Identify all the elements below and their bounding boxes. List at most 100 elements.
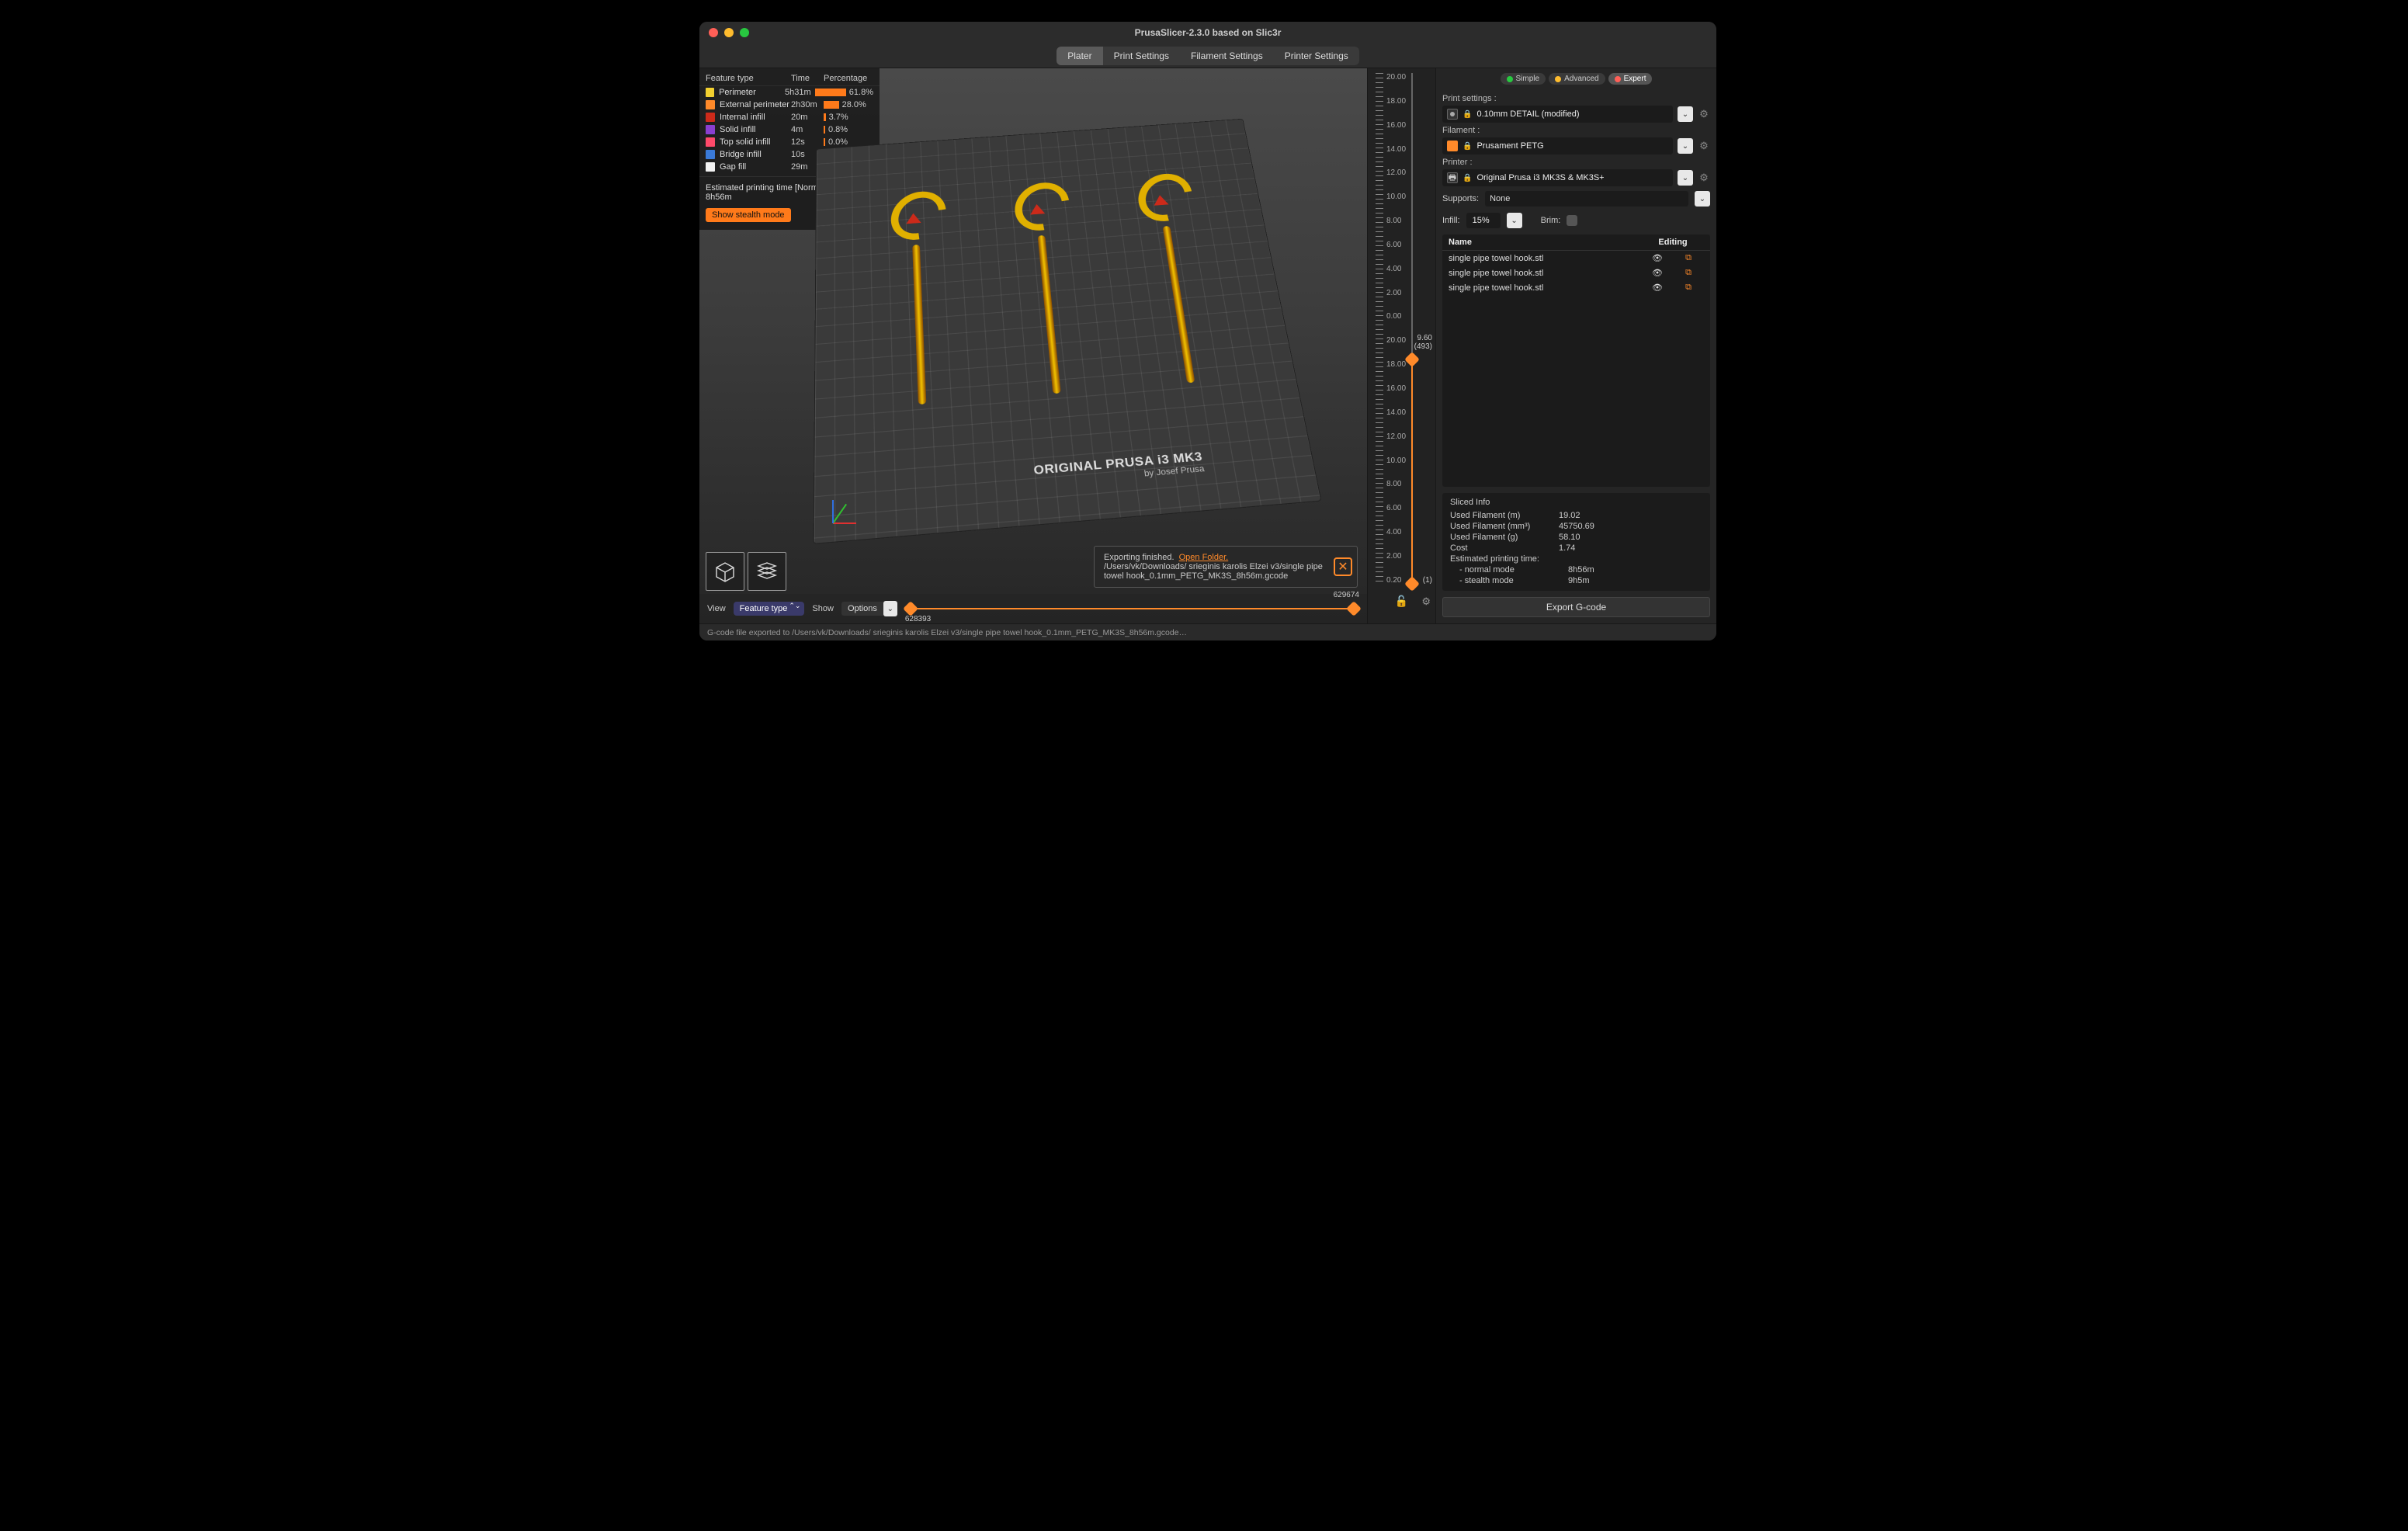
- filament-color-swatch[interactable]: [1447, 141, 1458, 151]
- vslider-tick: 14.00: [1386, 408, 1410, 417]
- sliced-info: Sliced Info Used Filament (m)19.02Used F…: [1442, 493, 1710, 591]
- tab-print-settings[interactable]: Print Settings: [1103, 47, 1180, 65]
- print-bed[interactable]: ORIGINAL PRUSA i3 MK3 by Josef Prusa: [814, 119, 1322, 544]
- supports-caret[interactable]: ⌄: [1695, 191, 1710, 207]
- view-type-select[interactable]: Feature type: [734, 602, 805, 616]
- vslider-tick: 20.00: [1386, 336, 1410, 345]
- model-instance[interactable]: [982, 157, 1112, 403]
- legend-row[interactable]: Internal infill 20m 3.7%: [699, 111, 880, 123]
- mode-dot-icon: [1615, 76, 1621, 82]
- brim-label: Brim:: [1541, 216, 1561, 225]
- legend-row[interactable]: External perimeter 2h30m 28.0%: [699, 99, 880, 111]
- printer-select[interactable]: 🖶 🔒 Original Prusa i3 MK3S & MK3S+: [1442, 169, 1673, 186]
- export-gcode-button[interactable]: Export G-code: [1442, 597, 1710, 617]
- filament-select[interactable]: 🔒 Prusament PETG: [1442, 137, 1673, 154]
- close-window-button[interactable]: [709, 28, 718, 37]
- mode-dot-icon: [1507, 76, 1513, 82]
- vertical-layer-slider[interactable]: [1411, 73, 1413, 585]
- mode-expert[interactable]: Expert: [1608, 73, 1653, 85]
- print-settings-select[interactable]: 🔒 0.10mm DETAIL (modified): [1442, 106, 1673, 123]
- vslider-tick: 10.00: [1386, 457, 1410, 465]
- legend-time: 5h31m: [785, 88, 815, 97]
- edit-icon[interactable]: ⧉: [1673, 283, 1704, 293]
- legend-swatch: [706, 125, 715, 134]
- object-row[interactable]: single pipe towel hook.stl 👁 ⧉: [1442, 266, 1710, 280]
- tab-printer-settings[interactable]: Printer Settings: [1274, 47, 1359, 65]
- visibility-icon[interactable]: 👁: [1642, 268, 1673, 278]
- tab-filament-settings[interactable]: Filament Settings: [1180, 47, 1274, 65]
- hslider-low: 628393: [905, 615, 931, 623]
- status-text: G-code file exported to /Users/vk/Downlo…: [707, 628, 1187, 637]
- sliced-key: Used Filament (m): [1450, 511, 1559, 520]
- legend-row[interactable]: Solid infill 4m 0.8%: [699, 123, 880, 136]
- legend-row[interactable]: Perimeter 5h31m 61.8%: [699, 86, 880, 99]
- layer-settings-icon[interactable]: ⚙: [1421, 595, 1431, 608]
- layer-lock-icon[interactable]: 🔓: [1395, 595, 1408, 608]
- 3d-view[interactable]: Feature type Time Percentage Perimeter 5…: [699, 68, 1367, 623]
- legend-pct: 28.0%: [842, 100, 866, 109]
- legend-swatch: [706, 137, 715, 147]
- legend-swatch: [706, 100, 715, 109]
- horizontal-moves-slider[interactable]: 628393 629674: [905, 601, 1359, 616]
- brim-checkbox[interactable]: [1567, 215, 1577, 226]
- view-layers-icon[interactable]: [748, 552, 786, 591]
- sliced-val: 45750.69: [1559, 522, 1594, 531]
- export-notification: Exporting finished. Open Folder. /Users/…: [1094, 546, 1358, 588]
- objlist-col-editing: Editing: [1642, 238, 1704, 247]
- printer-gear-icon[interactable]: ⚙: [1698, 172, 1710, 184]
- supports-select[interactable]: None: [1485, 191, 1688, 207]
- visibility-icon[interactable]: 👁: [1642, 253, 1673, 263]
- filament-label: Filament :: [1442, 126, 1710, 135]
- hslider-high: 629674: [1334, 591, 1359, 599]
- legend-swatch: [706, 162, 715, 172]
- edit-icon[interactable]: ⧉: [1673, 268, 1704, 278]
- view-3d-icon[interactable]: [706, 552, 744, 591]
- model-instance[interactable]: [1102, 148, 1245, 392]
- printer-icon: 🖶: [1447, 172, 1458, 183]
- show-options-select[interactable]: Options: [841, 602, 883, 616]
- vertical-ruler: [1376, 73, 1383, 585]
- notif-close-icon[interactable]: ✕: [1334, 557, 1352, 576]
- vslider-tick: 8.00: [1386, 480, 1410, 488]
- object-row[interactable]: single pipe towel hook.stl 👁 ⧉: [1442, 251, 1710, 266]
- bed-wrap: ORIGINAL PRUSA i3 MK3 by Josef Prusa: [814, 119, 1322, 544]
- infill-value[interactable]: 15%: [1466, 213, 1501, 228]
- sliced-val: 19.02: [1559, 511, 1580, 520]
- show-options-caret[interactable]: ⌄: [883, 601, 897, 616]
- open-folder-link[interactable]: Open Folder.: [1179, 553, 1229, 562]
- legend-swatch: [706, 113, 715, 122]
- legend-bar: [824, 113, 826, 121]
- minimize-window-button[interactable]: [724, 28, 734, 37]
- printer-caret[interactable]: ⌄: [1678, 170, 1693, 186]
- vslider-tick: 20.00: [1386, 73, 1410, 82]
- show-stealth-mode-button[interactable]: Show stealth mode: [706, 208, 791, 222]
- filament-gear-icon[interactable]: ⚙: [1698, 140, 1710, 152]
- model-instance[interactable]: [860, 165, 977, 414]
- axis-gizmo[interactable]: [833, 493, 864, 524]
- print-settings-caret[interactable]: ⌄: [1678, 106, 1693, 122]
- mode-simple[interactable]: Simple: [1501, 73, 1546, 85]
- titlebar: PrusaSlicer-2.3.0 based on Slic3r: [699, 22, 1716, 43]
- filament-caret[interactable]: ⌄: [1678, 138, 1693, 154]
- bed-brand: ORIGINAL PRUSA i3 MK3 by Josef Prusa: [1033, 450, 1205, 488]
- legend-time: 4m: [791, 125, 824, 134]
- printer-label: Printer :: [1442, 158, 1710, 167]
- edit-icon[interactable]: ⧉: [1673, 253, 1704, 263]
- right-panel: SimpleAdvancedExpert Print settings : 🔒 …: [1435, 68, 1716, 623]
- legend-col-feature: Feature type: [706, 74, 791, 83]
- print-settings-gear-icon[interactable]: ⚙: [1698, 108, 1710, 120]
- window-title: PrusaSlicer-2.3.0 based on Slic3r: [699, 27, 1716, 38]
- sliced-info-title: Sliced Info: [1450, 498, 1702, 507]
- vslider-tick: 14.00: [1386, 145, 1410, 154]
- visibility-icon[interactable]: 👁: [1642, 283, 1673, 293]
- lock-icon: 🔒: [1462, 142, 1472, 151]
- objlist-col-name: Name: [1449, 238, 1642, 247]
- zoom-window-button[interactable]: [740, 28, 749, 37]
- mode-advanced[interactable]: Advanced: [1549, 73, 1605, 85]
- vslider-bot-value: (1): [1423, 576, 1432, 585]
- infill-label: Infill:: [1442, 216, 1460, 225]
- infill-caret[interactable]: ⌄: [1507, 213, 1522, 228]
- tab-plater[interactable]: Plater: [1057, 47, 1102, 65]
- object-row[interactable]: single pipe towel hook.stl 👁 ⧉: [1442, 280, 1710, 295]
- view-bottom-bar: View Feature type Show Options ⌄ 628393 …: [699, 594, 1367, 623]
